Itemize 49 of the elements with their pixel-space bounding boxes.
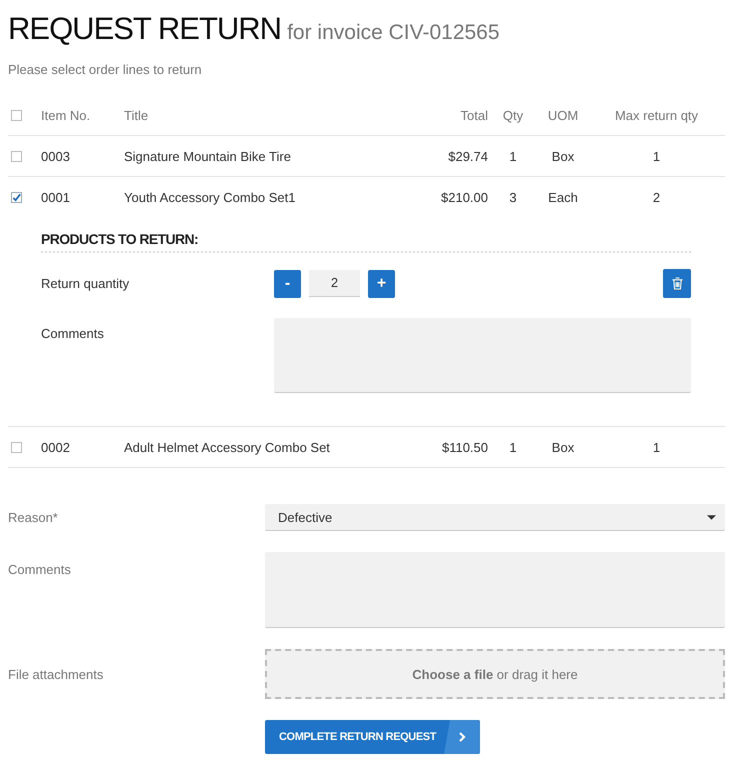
chevron-icon	[444, 720, 480, 754]
table-cell-text: Box	[550, 440, 576, 454]
comments-field[interactable]	[265, 552, 725, 628]
file-dropzone[interactable]: Choose a file or drag it here	[265, 649, 725, 699]
table-cell-text: 1	[508, 440, 518, 454]
products-to-return-heading: PRODUCTS TO RETURN:	[41, 231, 691, 253]
trash-icon	[672, 277, 682, 290]
column-header: Total	[460, 108, 488, 122]
table-cell-text: Youth Accessory Combo Set1	[124, 190, 297, 204]
comments-label: Comments	[8, 561, 72, 577]
table-cell-text: Adult Helmet Accessory Combo Set	[124, 440, 331, 454]
table-cell-text: 2	[652, 190, 662, 204]
table-cell-text: $110.50	[440, 440, 488, 454]
increment-button[interactable]: +	[368, 270, 395, 298]
table-cell-text: 1	[652, 440, 662, 454]
column-header: Max return qty	[614, 108, 700, 122]
table-cell-text: 0003	[41, 148, 71, 164]
table-cell-text: 0001	[41, 190, 71, 204]
row-checkbox[interactable]	[11, 442, 22, 452]
delete-button[interactable]	[663, 269, 691, 298]
quantity-field[interactable]: 2	[309, 270, 360, 297]
page-title: REQUEST RETURN	[8, 10, 282, 48]
caret-icon	[707, 514, 716, 520]
invoice-subtitle: for invoice CIV-012565	[287, 21, 500, 45]
comments-label: Comments	[41, 325, 105, 341]
complete-return-request-button[interactable]: COMPLETE RETURN REQUEST	[265, 720, 480, 754]
reason-label: Reason*	[8, 510, 59, 525]
column-header: Item No.	[41, 108, 92, 122]
file-attachments-label: File attachments	[8, 666, 104, 682]
column-header: Qty	[502, 108, 524, 122]
table-cell-text: Each	[547, 190, 579, 204]
row-checkbox[interactable]	[11, 192, 22, 202]
table-cell-text: Box	[550, 148, 576, 164]
table-cell-text: $29.74	[447, 148, 488, 164]
table-cell-text: 1	[508, 148, 518, 164]
table-cell-text: $210.00	[440, 190, 488, 204]
row-checkbox[interactable]	[11, 150, 22, 162]
column-header: Title	[124, 108, 150, 122]
table-cell-text: 1	[652, 148, 662, 164]
select-all-checkbox[interactable]	[11, 110, 22, 120]
table-cell-text: 3	[508, 190, 518, 204]
return-quantity-label: Return quantity	[41, 276, 130, 291]
decrement-button[interactable]: -	[274, 270, 301, 298]
table-cell-text: Signature Mountain Bike Tire	[124, 148, 292, 164]
reason-select[interactable]: Defective	[265, 504, 725, 531]
table-cell-text: 0002	[41, 440, 71, 454]
instruction-text: Please select order lines to return	[8, 62, 203, 77]
comments-field[interactable]	[274, 318, 691, 393]
column-header: UOM	[546, 108, 580, 122]
